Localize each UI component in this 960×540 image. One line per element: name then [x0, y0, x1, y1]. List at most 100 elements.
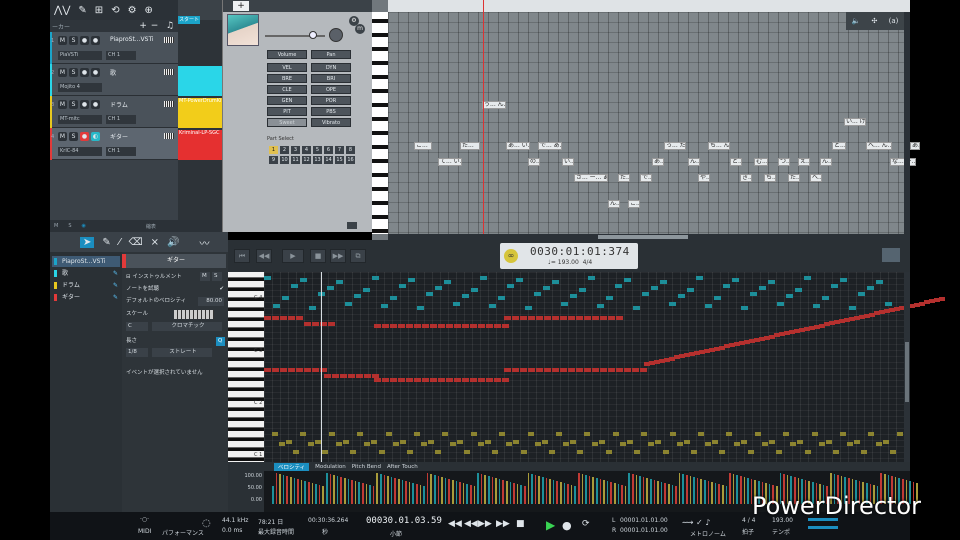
velocity-bar[interactable]	[549, 479, 551, 504]
midi-note[interactable]	[438, 378, 445, 382]
midi-note[interactable]	[390, 296, 397, 300]
tab-after-touch[interactable]: After Touch	[387, 464, 418, 470]
velocity-bar[interactable]	[704, 480, 706, 504]
midi-note[interactable]	[761, 442, 768, 446]
midi-note[interactable]	[442, 432, 449, 436]
vocal-note[interactable]: む...	[754, 158, 768, 166]
midi-note[interactable]	[300, 432, 307, 436]
midi-note[interactable]	[561, 302, 568, 306]
velocity-bar[interactable]	[513, 483, 515, 504]
midi-note[interactable]	[552, 316, 559, 320]
velocity-bar[interactable]	[599, 479, 602, 504]
vocal-note[interactable]: い...	[562, 158, 574, 166]
track-name[interactable]: PiaproSt...VSTi	[110, 36, 154, 43]
velocity-bar[interactable]	[606, 481, 609, 504]
param-pbs-button[interactable]: PBS	[311, 107, 351, 116]
channel-select[interactable]: CH 1	[106, 51, 136, 60]
vocal-note[interactable]: た...	[460, 142, 480, 150]
midi-note[interactable]	[304, 368, 311, 372]
pen-icon[interactable]: ✎	[78, 5, 86, 16]
vocal-note[interactable]: ん...	[608, 200, 620, 208]
midi-note[interactable]	[414, 324, 421, 328]
solo-button[interactable]: S	[69, 132, 78, 141]
midi-note[interactable]	[868, 432, 875, 436]
vocal-note[interactable]: へ...	[810, 174, 822, 182]
midi-note[interactable]	[485, 440, 491, 444]
midi-note[interactable]	[597, 304, 604, 308]
midi-note[interactable]	[272, 432, 278, 436]
velocity-bar[interactable]	[318, 485, 321, 504]
midi-note[interactable]	[528, 368, 535, 372]
mute-button[interactable]: M	[58, 132, 67, 141]
midi-note[interactable]	[624, 368, 631, 372]
velocity-bar[interactable]	[412, 483, 414, 504]
clip-guitar[interactable]: Kriminal-LP-SGC	[178, 130, 222, 160]
instrument-select[interactable]: PiaVSTi	[58, 51, 102, 60]
velocity-bar[interactable]	[588, 476, 591, 504]
vocal-note[interactable]: こ...	[628, 200, 640, 208]
velocity-bar[interactable]	[336, 476, 339, 504]
midi-note[interactable]	[454, 324, 461, 328]
midi-note[interactable]	[608, 316, 615, 320]
midi-note[interactable]	[640, 368, 647, 372]
midi-note[interactable]	[398, 324, 405, 328]
velocity-bar[interactable]	[642, 477, 645, 504]
midi-note[interactable]	[528, 316, 535, 320]
midi-note[interactable]	[382, 324, 389, 328]
part-7[interactable]: 7	[335, 146, 344, 154]
midi-note[interactable]	[584, 368, 591, 372]
start-marker[interactable]: スタート	[178, 16, 200, 24]
velocity-bar[interactable]	[570, 485, 573, 504]
velocity-bar[interactable]	[340, 477, 342, 504]
midi-note[interactable]	[750, 292, 757, 296]
velocity-bar[interactable]	[718, 484, 720, 504]
vocal-note[interactable]: ん...	[820, 158, 832, 166]
midi-note[interactable]	[690, 450, 697, 454]
midi-note[interactable]	[288, 368, 295, 372]
velocity-bar[interactable]	[434, 475, 436, 504]
vocal-note[interactable]: ち...	[764, 174, 776, 182]
midi-note[interactable]	[296, 368, 303, 372]
midi-note[interactable]	[381, 304, 388, 308]
inspector-track-item[interactable]: PiaproSt...VSTi	[52, 256, 120, 267]
midi-note[interactable]	[499, 432, 506, 436]
velocity-bar[interactable]	[272, 486, 274, 504]
velocity-bar[interactable]	[700, 479, 702, 504]
midi-note[interactable]	[560, 316, 567, 320]
velocity-bar[interactable]	[390, 477, 393, 504]
midi-note[interactable]	[414, 432, 420, 436]
midi-note[interactable]	[849, 306, 856, 310]
velocity-bar[interactable]	[473, 486, 476, 504]
brush-tool-icon[interactable]: ⁄	[119, 237, 121, 248]
remove-track-icon[interactable]: −	[151, 21, 159, 31]
velocity-bar[interactable]	[563, 483, 566, 504]
midi-note[interactable]	[471, 288, 478, 292]
midi-note[interactable]	[304, 322, 311, 326]
velocity-bar[interactable]	[686, 475, 688, 504]
midi-note[interactable]	[300, 278, 307, 282]
bars-position[interactable]: 00030.01.03.59	[366, 516, 442, 526]
velocity-bar[interactable]	[452, 480, 454, 504]
midi-note[interactable]	[705, 304, 712, 308]
track-row[interactable]: 3 M S ● ● ドラム MT-mitc CH 1	[50, 96, 178, 128]
midi-note[interactable]	[875, 442, 882, 446]
midi-note[interactable]	[624, 278, 631, 282]
footer-mute[interactable]: M	[54, 223, 58, 229]
midi-note[interactable]	[783, 432, 790, 436]
velocity-bar[interactable]	[657, 481, 659, 504]
part-15[interactable]: 15	[335, 156, 344, 164]
velocity-bar[interactable]	[585, 475, 587, 504]
midi-note[interactable]	[309, 306, 316, 310]
part-10[interactable]: 10	[280, 156, 289, 164]
midi-note[interactable]	[406, 378, 413, 382]
velocity-bar[interactable]	[430, 474, 432, 504]
channel-select[interactable]: CH 1	[106, 115, 136, 124]
midi-note[interactable]	[832, 450, 839, 454]
length-select[interactable]: 1/8	[126, 348, 148, 357]
midi-note[interactable]	[399, 284, 406, 288]
midi-note[interactable]	[435, 450, 442, 454]
velocity-bar[interactable]	[610, 482, 612, 504]
add-part-button[interactable]: +	[233, 1, 249, 11]
midi-note[interactable]	[456, 440, 463, 444]
midi-note[interactable]	[584, 316, 591, 320]
